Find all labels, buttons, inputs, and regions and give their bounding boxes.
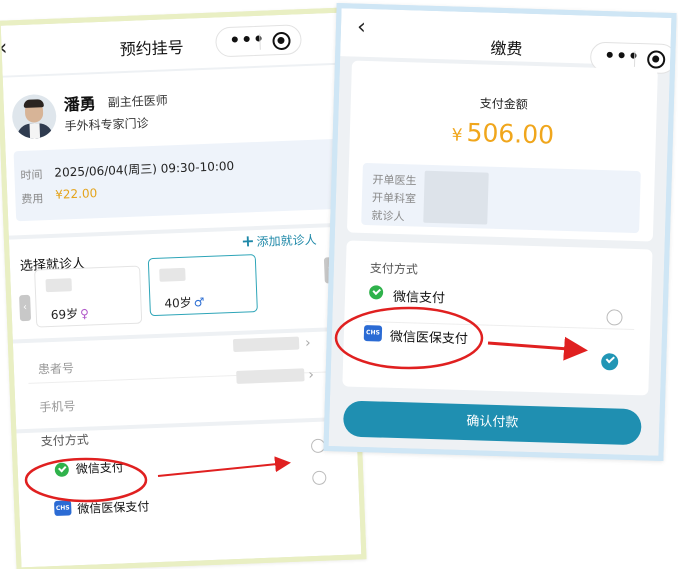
- wechat-medical-pay-label: 微信医保支付: [77, 499, 150, 517]
- female-icon: ♀: [79, 306, 90, 321]
- wechat-pay-icon: [368, 285, 384, 300]
- ordering-doctor-label: 开单医生: [372, 173, 417, 188]
- add-patient-link[interactable]: +添加就诊人: [241, 229, 317, 251]
- plus-icon: +: [240, 231, 255, 251]
- wechat-medical-pay-label: 微信医保支付: [389, 329, 469, 348]
- doctor-title: 副主任医师: [107, 93, 168, 110]
- back-icon[interactable]: ‹: [1, 35, 8, 60]
- wechat-pay-icon: [54, 462, 70, 477]
- right-phone-screenshot: ‹ 缴费 ••• 支付金额 ¥506.00 开单医生 开单科室 就诊人 支付方式…: [323, 3, 677, 461]
- wechat-pay-radio[interactable]: [606, 309, 623, 326]
- doctor-name: 潘勇: [63, 94, 97, 115]
- scroll-left-icon[interactable]: ‹: [19, 294, 32, 322]
- amount-card: 支付金额 ¥506.00 开单医生 开单科室 就诊人: [346, 60, 658, 242]
- add-patient-label: 添加就诊人: [256, 232, 317, 250]
- doctor-card: 潘勇 副主任医师 手外科专家门诊 时间 2025/06/04(周三) 09:30…: [2, 64, 349, 236]
- patient-age-2: 40岁♂: [164, 295, 205, 311]
- fee-value: ¥22.00: [54, 186, 98, 202]
- medical-insurance-icon: CHS: [363, 325, 383, 342]
- patient-card-1[interactable]: 69岁♀: [34, 265, 143, 328]
- order-info-box: 开单医生 开单科室 就诊人: [361, 162, 641, 234]
- redacted-name: [45, 278, 72, 293]
- time-value: 2025/06/04(周三) 09:30-10:00: [54, 158, 235, 180]
- payment-method-title: 支付方式: [369, 261, 419, 277]
- appointment-info-box: 时间 2025/06/04(周三) 09:30-10:00 费用 ¥22.00: [13, 138, 341, 222]
- amount-label: 支付金额: [479, 96, 528, 112]
- chevron-right-icon[interactable]: ›: [305, 335, 311, 351]
- chevron-right-icon[interactable]: ›: [308, 367, 314, 383]
- redacted-patient-number: [232, 336, 300, 353]
- patient-info-rows: 患者号 › 手机号 ›: [12, 330, 356, 430]
- patient-card-2[interactable]: 40岁♂: [147, 254, 258, 317]
- redacted-phone-number: [236, 368, 305, 384]
- mini-program-capsule: •••: [214, 24, 303, 58]
- redacted-name: [159, 267, 186, 282]
- check-selected-icon[interactable]: [600, 353, 619, 371]
- wechat-pay-label: 微信支付: [392, 289, 446, 307]
- medical-insurance-icon: CHS: [54, 500, 72, 517]
- wechat-pay-label: 微信支付: [75, 460, 125, 477]
- page-title: 缴费: [490, 38, 523, 59]
- patient-selector: 选择就诊人 +添加就诊人 ‹ 69岁♀ 40岁♂ ›: [8, 226, 353, 340]
- doctor-department: 手外科专家门诊: [64, 116, 149, 134]
- patient-label: 就诊人: [371, 209, 405, 224]
- back-icon[interactable]: ‹: [357, 15, 367, 40]
- navigation-bar: ‹ 缴费 •••: [340, 8, 672, 75]
- fee-label: 费用: [21, 192, 44, 207]
- confirm-payment-button[interactable]: 确认付款: [342, 400, 642, 446]
- close-target-icon[interactable]: [646, 50, 666, 69]
- payment-methods: 支付方式 微信支付 CHS 微信医保支付: [342, 240, 653, 396]
- male-icon: ♂: [193, 295, 205, 310]
- wechat-pay-option[interactable]: 微信支付: [347, 240, 653, 326]
- patient-age-1: 69岁♀: [50, 306, 90, 323]
- close-target-icon[interactable]: [272, 31, 291, 51]
- wechat-medical-pay-option[interactable]: CHS 微信医保支付: [347, 240, 653, 371]
- wechat-medical-pay-radio[interactable]: [312, 470, 327, 486]
- payment-method-title: 支付方式: [40, 432, 89, 449]
- appointment-screen: ‹ 预约挂号 ••• 潘勇 副主任医师 手外科专家门诊 时间 2025/06/0…: [0, 12, 362, 568]
- time-label: 时间: [20, 168, 43, 183]
- ordering-department-label: 开单科室: [371, 191, 417, 206]
- payment-methods: 支付方式 微信支付 CHS 微信医保支付: [16, 420, 362, 568]
- amount-value: ¥506.00: [451, 117, 555, 150]
- redacted-order-info: [423, 170, 489, 225]
- phone-number-label: 手机号: [39, 399, 76, 415]
- doctor-avatar: [11, 93, 58, 140]
- patient-number-label: 患者号: [37, 361, 75, 377]
- payment-screen: ‹ 缴费 ••• 支付金额 ¥506.00 开单医生 开单科室 就诊人 支付方式…: [328, 8, 672, 456]
- page-title: 预约挂号: [119, 37, 185, 60]
- left-phone-screenshot: ‹ 预约挂号 ••• 潘勇 副主任医师 手外科专家门诊 时间 2025/06/0…: [0, 7, 367, 569]
